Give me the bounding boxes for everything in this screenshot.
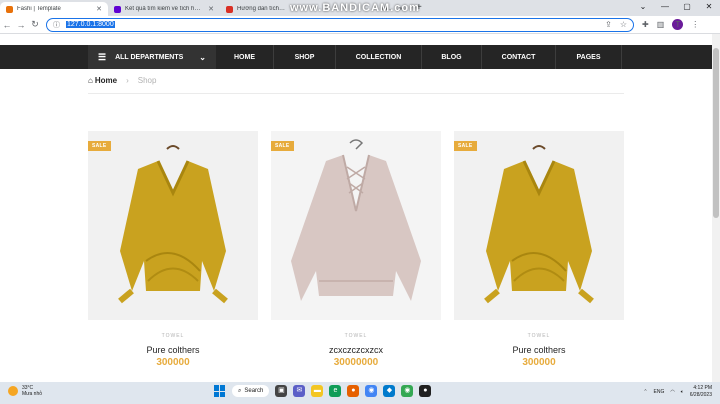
pink-sweater-image — [291, 139, 421, 301]
recording-watermark: www.BANDICAM.com — [290, 2, 420, 14]
chrome-profile-icon[interactable]: ◉ — [401, 385, 414, 397]
product-category: TOWEL — [344, 333, 368, 339]
hamburger-icon: ☰ — [98, 51, 107, 62]
tab-title: Fashi | Template — [17, 6, 61, 12]
edge-browser-icon[interactable]: e — [329, 385, 342, 397]
product-image[interactable]: SALE — [271, 131, 441, 320]
window-controls: ⌄ — ▢ ✕ — [632, 0, 720, 14]
product-price: 30000000 — [333, 357, 379, 368]
tab-favicon-icon — [226, 5, 233, 13]
departments-label: ALL DEPARTMENTS — [115, 53, 184, 61]
product-card[interactable]: SALE TOWEL zcxczczcxzcx 30000000 — [271, 131, 441, 368]
sale-badge: SALE — [271, 141, 294, 151]
windows-taskbar: 33°C Mưa nhỏ ⌕ Search ▣ ✉ ▬ e ● ◉ ◆ ◉ ● … — [0, 382, 720, 404]
site-info-icon[interactable]: ⓘ — [53, 20, 60, 30]
sale-badge: SALE — [88, 141, 111, 151]
tab-favicon-icon — [114, 5, 121, 13]
nav-collection[interactable]: COLLECTION — [336, 45, 422, 69]
volume-icon[interactable]: 🔈︎ — [681, 389, 684, 395]
mustard-sweater-image — [118, 145, 228, 304]
nav-blog[interactable]: BLOG — [422, 45, 482, 69]
tab-title: Hướng dẫn tích hợp C — [237, 6, 286, 12]
clock-time: 4:12 PM — [693, 385, 712, 391]
weather-sun-icon — [8, 386, 18, 396]
product-name[interactable]: zcxczczcxzcx — [271, 345, 441, 355]
nav-pages[interactable]: PAGES — [556, 45, 622, 69]
tab-close-icon[interactable]: ✕ — [96, 5, 102, 13]
address-url[interactable]: 127.0.0.1:8000 — [66, 21, 115, 28]
product-price: 300000 — [522, 357, 556, 368]
taskbar-apps: ⌕ Search ▣ ✉ ▬ e ● ◉ ◆ ◉ ● — [214, 385, 432, 397]
chevron-right-icon: › — [126, 76, 129, 85]
browser-tab[interactable]: Hướng dẫn tích hợp C — [220, 2, 292, 16]
breadcrumb: ⌂ Home › Shop — [88, 76, 156, 85]
task-view-icon[interactable]: ▣ — [275, 385, 288, 397]
sale-badge: SALE — [454, 141, 477, 151]
breadcrumb-home[interactable]: Home — [95, 76, 117, 85]
product-price: 300000 — [156, 357, 190, 368]
search-label: Search — [244, 388, 264, 394]
tray-chevron-up-icon[interactable]: ⌃ — [643, 389, 647, 395]
product-name[interactable]: Pure colthers — [88, 345, 258, 355]
kebab-menu-icon[interactable]: ⋮ — [691, 20, 699, 29]
product-card[interactable]: SALE TOWEL Pure colthers 300000 — [88, 131, 258, 368]
chat-icon[interactable]: ✉ — [293, 385, 306, 397]
page-scrollbar[interactable] — [712, 34, 720, 384]
browser-tab-active[interactable]: Fashi | Template ✕ — [0, 2, 108, 16]
site-navigation: ☰ ALL DEPARTMENTS ⌄ HOME SHOP COLLECTION… — [0, 45, 712, 69]
address-bar[interactable]: ⓘ 127.0.0.1:8000 ⇪ ☆ — [46, 17, 634, 32]
forward-arrow-icon[interactable]: → — [14, 20, 28, 30]
browser-tab[interactable]: Kết quả tìm kiếm về tích hợp vn ✕ — [108, 2, 220, 16]
puzzle-icon[interactable]: ✚ — [642, 20, 649, 29]
nav-home[interactable]: HOME — [216, 45, 274, 69]
wifi-icon[interactable]: ◠ — [670, 389, 674, 395]
product-image[interactable]: SALE — [88, 131, 258, 320]
product-name[interactable]: Pure colthers — [454, 345, 624, 355]
breadcrumb-current: Shop — [137, 76, 157, 85]
chevron-down-icon: ⌄ — [199, 52, 206, 62]
bandicam-icon[interactable]: ● — [419, 385, 432, 397]
clock[interactable]: 4:12 PM 6/28/2023 — [690, 385, 712, 399]
divider — [88, 93, 624, 94]
mustard-sweater-image — [484, 145, 594, 304]
window-close-icon[interactable]: ✕ — [698, 0, 720, 14]
chrome-icon[interactable]: ◉ — [365, 385, 378, 397]
share-icon[interactable]: ⇪ — [605, 20, 612, 29]
sidebar-icon[interactable]: ▥ — [657, 20, 665, 29]
file-explorer-icon[interactable]: ▬ — [311, 385, 324, 397]
system-tray: ⌃ ENG ◠ 🔈︎ 4:12 PM 6/28/2023 — [643, 385, 712, 399]
profile-avatar[interactable]: T — [672, 19, 684, 30]
back-arrow-icon[interactable]: ← — [0, 20, 14, 30]
firefox-icon[interactable]: ● — [347, 385, 360, 397]
taskbar-search[interactable]: ⌕ Search — [232, 385, 270, 397]
language-indicator[interactable]: ENG — [654, 389, 665, 395]
browser-toolbar: ← → ↻ ⓘ 127.0.0.1:8000 ⇪ ☆ ✚ ▥ T ⋮ — [0, 16, 720, 34]
weather-widget[interactable]: 33°C Mưa nhỏ — [8, 385, 42, 397]
nav-contact[interactable]: CONTACT — [482, 45, 556, 69]
home-icon: ⌂ — [88, 76, 93, 85]
product-category: TOWEL — [527, 333, 551, 339]
search-icon: ⌕ — [238, 387, 242, 394]
product-image[interactable]: SALE — [454, 131, 624, 320]
window-collapse-icon[interactable]: ⌄ — [632, 0, 654, 14]
weather-desc: Mưa nhỏ — [22, 391, 43, 397]
clock-date: 6/28/2023 — [689, 392, 712, 398]
window-maximize-icon[interactable]: ▢ — [676, 0, 698, 14]
vscode-icon[interactable]: ◆ — [383, 385, 396, 397]
product-category: TOWEL — [161, 333, 185, 339]
main-menu: HOME SHOP COLLECTION BLOG CONTACT PAGES — [216, 45, 622, 69]
nav-shop[interactable]: SHOP — [274, 45, 336, 69]
scrollbar-thumb[interactable] — [713, 48, 719, 218]
windows-start-icon[interactable] — [214, 385, 226, 397]
product-card[interactable]: SALE TOWEL Pure colthers 300000 — [454, 131, 624, 368]
tab-close-icon[interactable]: ✕ — [208, 5, 214, 13]
tab-favicon-icon — [6, 5, 13, 13]
all-departments-dropdown[interactable]: ☰ ALL DEPARTMENTS ⌄ — [88, 45, 216, 69]
star-icon[interactable]: ☆ — [620, 20, 627, 29]
window-minimize-icon[interactable]: — — [654, 0, 676, 14]
tab-title: Kết quả tìm kiếm về tích hợp vn — [125, 6, 205, 12]
reload-icon[interactable]: ↻ — [28, 19, 42, 30]
